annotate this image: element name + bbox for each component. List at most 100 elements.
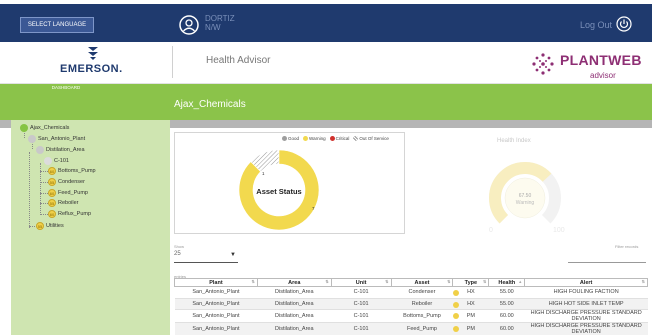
column-header-type[interactable]: Type ⇅: [452, 278, 490, 287]
table-row[interactable]: San_Antonio_Plant Distilation_Area C-101 Bo…: [174, 309, 648, 323]
power-icon[interactable]: [616, 16, 632, 32]
cell-asset: Feed_Pump: [391, 322, 459, 335]
warning-dot-icon: 55: [36, 222, 44, 230]
tree-node-distilation-area[interactable]: Distilation_Area: [36, 146, 85, 154]
cell-unit: C-101: [331, 286, 392, 299]
tree-connector: [40, 182, 48, 183]
cell-plant: San_Antonio_Plant: [174, 298, 258, 310]
column-header-health[interactable]: Health ▲: [488, 278, 526, 287]
page-size-value: 25: [174, 251, 181, 257]
tree-node-label: Bottoms_Pump: [58, 168, 96, 174]
cell-unit: C-101: [331, 309, 392, 323]
health-index-value: 67.50: [519, 193, 532, 199]
column-header-alert[interactable]: Alert ⇅: [524, 278, 648, 287]
cell-unit: C-101: [331, 298, 392, 310]
cell-area: Distilation_Area: [257, 322, 332, 335]
tree-connector: [40, 203, 48, 204]
warning-dot-icon: 55: [48, 178, 56, 186]
warning-status-icon: [452, 326, 459, 332]
cell-asset: Bottoms_Pump: [391, 309, 459, 323]
tree-node-label: Distilation_Area: [46, 147, 85, 153]
user-info: DORTIZ N/W: [205, 14, 235, 32]
product-subtitle: advisor: [590, 71, 616, 80]
cell-area: Distilation_Area: [257, 309, 332, 323]
tree-node-san-antonio-plant[interactable]: San_Antonio_Plant: [28, 135, 85, 143]
out-of-service-count-label: 1: [262, 171, 265, 176]
cell-plant: San_Antonio_Plant: [174, 309, 258, 323]
brand-divider: [172, 46, 173, 78]
product-name: PLANTWEB: [560, 52, 642, 68]
health-index-title: Health Index: [497, 138, 531, 144]
cell-unit: C-101: [331, 322, 392, 335]
cell-health: 55.00: [488, 286, 525, 299]
cell-plant: San_Antonio_Plant: [174, 286, 258, 299]
tree-connector: [29, 152, 30, 228]
cell-area: Distilation_Area: [257, 298, 332, 310]
filter-records-label: Filter records: [615, 244, 639, 249]
tree-node-utilities[interactable]: 55 Utilities: [36, 222, 64, 230]
legend-item-out-of-service[interactable]: Out Of Service: [353, 136, 389, 141]
warning-dot-icon: 60: [48, 210, 56, 218]
column-header-unit[interactable]: Unit ⇅: [330, 278, 392, 287]
table-row[interactable]: San_Antonio_Plant Distilation_Area C-101 Co…: [174, 286, 648, 299]
app-title: Health Advisor: [206, 55, 271, 66]
status-dot-icon: [36, 146, 44, 154]
cell-alert: HIGH HOT SIDE INLET TEMP: [524, 298, 648, 310]
tree-node-reboiler[interactable]: 55 Reboiler: [48, 199, 78, 207]
tree-node-condenser[interactable]: 55 Condenser: [48, 178, 85, 186]
user-icon[interactable]: [179, 15, 199, 35]
tree-connector: [40, 214, 48, 215]
asset-status-donut-chart: Asset Status 1 7: [238, 149, 320, 231]
gauge-min-label: 0: [489, 227, 493, 234]
select-language-button[interactable]: SELECT LANGUAGE: [20, 17, 94, 33]
tree-node-feed-pump[interactable]: 60 Feed_Pump: [48, 189, 88, 197]
column-header-area[interactable]: Area ⇅: [256, 278, 332, 287]
cell-alert: HIGH DISCHARGE PRESSURE STANDARD DEVIATI…: [524, 309, 648, 323]
sort-icon: ⇅: [482, 279, 487, 284]
warning-dot-icon: 55: [48, 199, 56, 207]
warning-status-icon: [452, 301, 459, 308]
status-dot-icon: [20, 124, 28, 132]
column-header-plant[interactable]: Plant ⇅: [174, 278, 258, 287]
cell-plant: San_Antonio_Plant: [174, 322, 258, 335]
legend-item-critical[interactable]: Critical: [329, 136, 349, 141]
table-row[interactable]: San_Antonio_Plant Distilation_Area C-101 Fe…: [174, 322, 648, 335]
legend-item-warning[interactable]: Warning: [303, 136, 326, 141]
asset-tree-panel: [11, 120, 170, 335]
top-bar: [0, 0, 652, 42]
legend-item-good[interactable]: Good: [282, 136, 299, 141]
tree-node-reflux-pump[interactable]: 60 Reflux_Pump: [48, 210, 91, 218]
cell-health: 60.00: [488, 322, 525, 335]
chart-legend: Good Warning Critical Out Of Service: [282, 136, 389, 141]
logout-link[interactable]: Log Out: [580, 20, 612, 30]
filter-records-input[interactable]: [568, 251, 646, 263]
tree-node-label: Reflux_Pump: [58, 211, 92, 217]
tree-node-ajax-chemicals[interactable]: Ajax_Chemicals: [20, 124, 69, 132]
company-logo-text: EMERSON.: [60, 63, 123, 75]
show-entries-label: Show: [174, 244, 185, 249]
table-header-row: Plant ⇅ Area ⇅ Unit ⇅ Asset ⇅ Type ⇅ Health ▲ …: [174, 278, 648, 287]
sort-icon: ⇅: [641, 279, 645, 284]
cell-alert: HIGH FOULING FACTION: [524, 286, 648, 299]
table-row[interactable]: San_Antonio_Plant Distilation_Area C-101 Re…: [174, 298, 648, 310]
tree-node-bottoms-pump[interactable]: 60 Bottoms_Pump: [48, 167, 96, 175]
page-header: [0, 92, 652, 120]
cell-asset: Condenser: [391, 286, 459, 299]
tree-node-c-101[interactable]: C-101: [44, 157, 69, 165]
page-size-select[interactable]: 25 ▼: [174, 251, 238, 263]
warning-status-icon: [452, 313, 459, 319]
sort-icon: ⇅: [385, 279, 389, 284]
cell-health: 60.00: [488, 309, 525, 323]
cell-asset: Reboiler: [391, 298, 459, 310]
sort-ascending-icon: ▲: [518, 279, 523, 284]
gauge-max-label: 100: [553, 227, 565, 234]
warning-dot-icon: 60: [48, 189, 56, 197]
warning-status-icon: [452, 290, 459, 296]
column-header-asset[interactable]: Asset ⇅: [390, 278, 454, 287]
status-dot-icon: [44, 157, 52, 165]
health-index-status: Warning: [516, 200, 535, 206]
warning-dot-icon: 60: [48, 167, 56, 175]
plantweb-logo-icon: [532, 53, 554, 75]
sort-icon: ⇅: [447, 279, 451, 284]
sort-icon: ⇅: [251, 279, 255, 284]
